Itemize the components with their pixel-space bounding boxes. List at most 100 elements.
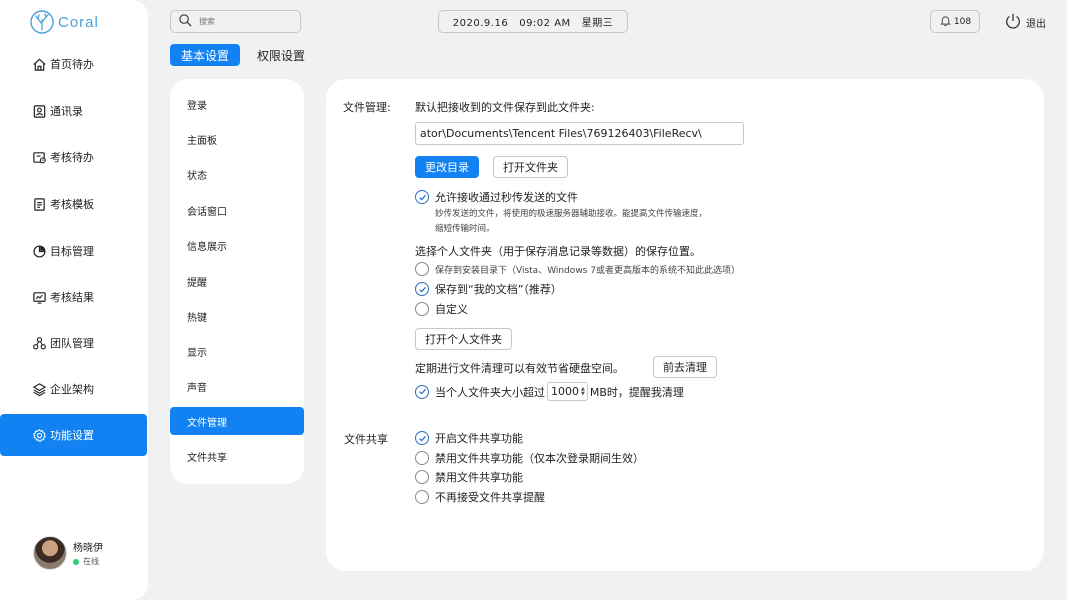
sidebar-item-review-template[interactable]: 考核模板 xyxy=(0,183,148,225)
sharing-option-no-reminder[interactable]: 不再接受文件共享提醒 xyxy=(415,489,545,505)
sidebar-item-label: 团队管理 xyxy=(50,337,94,350)
submenu-item-reminder[interactable]: 提醒 xyxy=(170,267,304,295)
sidebar-item-label: 考核模板 xyxy=(50,198,94,211)
save-option-label: 保存到安装目录下（Vista、Windows 7或者更高版本的系统不知此此选项） xyxy=(435,265,740,276)
radio-circle-icon xyxy=(415,490,429,504)
user-name: 杨晓伊 xyxy=(73,543,103,554)
submenu-item-info-display[interactable]: 信息展示 xyxy=(170,231,304,259)
personal-folder-prompt: 选择个人文件夹（用于保存消息记录等数据）的保存位置。 xyxy=(415,245,701,258)
sidebar-item-label: 通讯录 xyxy=(50,105,83,118)
sharing-option-enable[interactable]: 开启文件共享功能 xyxy=(415,430,523,446)
sharing-option-label: 禁用文件共享功能 xyxy=(435,471,523,484)
save-option-custom[interactable]: 自定义 xyxy=(415,301,468,317)
team-icon xyxy=(32,336,47,351)
sidebar-item-team-management[interactable]: 团队管理 xyxy=(0,322,148,364)
gear-icon xyxy=(32,428,47,443)
submenu-item-file-sharing[interactable]: 文件共享 xyxy=(170,442,304,470)
settings-submenu: 登录 主面板 状态 会话窗口 信息展示 提醒 热键 显示 声音 文件管理 文件共… xyxy=(170,79,304,484)
search-input[interactable] xyxy=(199,17,289,26)
size-reminder-checkbox[interactable]: 当个人文件夹大小超过 1000 ▲ ▼ MB时，提醒我清理 xyxy=(415,382,684,401)
logout-label: 退出 xyxy=(1026,19,1046,30)
coral-logo-icon xyxy=(30,10,54,34)
stepper-arrows-icon[interactable]: ▲ ▼ xyxy=(581,386,585,397)
search-box[interactable] xyxy=(170,10,301,33)
sharing-option-disable-session[interactable]: 禁用文件共享功能（仅本次登录期间生效） xyxy=(415,450,644,466)
submenu-item-login[interactable]: 登录 xyxy=(170,90,304,118)
save-option-install-dir[interactable]: 保存到安装目录下（Vista、Windows 7或者更高版本的系统不知此此选项） xyxy=(415,262,740,276)
online-status-dot xyxy=(73,558,79,565)
cleanup-text: 定期进行文件清理可以有效节省硬盘空间。 xyxy=(415,362,624,375)
submenu-item-status[interactable]: 状态 xyxy=(170,160,304,188)
notification-count: 108 xyxy=(953,16,972,27)
review-todo-icon xyxy=(32,150,47,165)
allow-instant-receive-label: 允许接收通过秒传发送的文件 xyxy=(435,191,578,204)
sidebar-item-label: 考核待办 xyxy=(50,151,94,164)
layers-icon xyxy=(32,382,47,397)
tab-permission-settings[interactable]: 权限设置 xyxy=(246,44,316,66)
contacts-icon xyxy=(32,104,47,119)
logout-button[interactable]: 退出 xyxy=(1004,12,1046,33)
search-icon xyxy=(178,13,193,31)
settings-tabs: 基本设置 权限设置 xyxy=(170,44,316,66)
sidebar-item-label: 考核结果 xyxy=(50,291,94,304)
submenu-item-sound[interactable]: 声音 xyxy=(170,372,304,400)
checked-circle-icon xyxy=(415,384,429,399)
notification-button[interactable]: 108 xyxy=(930,10,980,33)
sidebar: Coral 首页待办 通讯录 考核待办 考核模板 目标管理 考核结果 团队管理 … xyxy=(0,0,148,600)
checked-circle-icon xyxy=(415,282,429,296)
submenu-item-file-management[interactable]: 文件管理 xyxy=(170,407,304,435)
file-management-section-label: 文件管理: xyxy=(343,101,391,114)
submenu-item-chat-window[interactable]: 会话窗口 xyxy=(170,196,304,224)
checked-circle-icon xyxy=(415,431,429,445)
user-status: 在线 xyxy=(73,556,103,567)
file-sharing-section-label: 文件共享 xyxy=(344,433,388,446)
brand[interactable]: Coral xyxy=(30,10,99,34)
checked-circle-icon xyxy=(415,190,429,204)
brand-name: Coral xyxy=(58,13,99,31)
sharing-option-label: 禁用文件共享功能（仅本次登录期间生效） xyxy=(435,452,644,465)
submenu-item-main-panel[interactable]: 主面板 xyxy=(170,125,304,153)
sidebar-item-label: 首页待办 xyxy=(50,58,94,71)
pie-chart-icon xyxy=(32,244,47,259)
sharing-option-disable[interactable]: 禁用文件共享功能 xyxy=(415,469,523,485)
radio-circle-icon xyxy=(415,470,429,484)
radio-circle-icon xyxy=(415,262,429,276)
change-directory-button[interactable]: 更改目录 xyxy=(415,156,479,178)
allow-instant-receive-checkbox[interactable]: 允许接收通过秒传发送的文件 xyxy=(415,189,578,205)
save-option-my-documents[interactable]: 保存到“我的文档”（推荐） xyxy=(415,281,562,297)
sharing-option-label: 不再接受文件共享提醒 xyxy=(435,491,545,504)
tab-basic-settings[interactable]: 基本设置 xyxy=(170,44,241,66)
sidebar-item-org-structure[interactable]: 企业架构 xyxy=(0,368,148,410)
sidebar-item-review-todo[interactable]: 考核待办 xyxy=(0,136,148,178)
allow-instant-receive-desc-line1: 妙传发送的文件，将使用的极速服务器辅助接收。能提高文件传输速度， xyxy=(435,209,708,219)
sidebar-item-goal-management[interactable]: 目标管理 xyxy=(0,230,148,272)
sidebar-item-label: 目标管理 xyxy=(50,245,94,258)
sidebar-item-home-todo[interactable]: 首页待办 xyxy=(0,43,148,85)
size-limit-value: 1000 xyxy=(551,385,579,398)
open-personal-folder-button[interactable]: 打开个人文件夹 xyxy=(415,328,512,350)
size-reminder-suffix: MB时，提醒我清理 xyxy=(589,385,684,399)
sidebar-item-review-result[interactable]: 考核结果 xyxy=(0,276,148,318)
template-icon xyxy=(32,197,47,212)
go-cleanup-button[interactable]: 前去清理 xyxy=(653,356,717,378)
size-reminder-prefix: 当个人文件夹大小超过 xyxy=(435,385,545,399)
submenu-item-hotkeys[interactable]: 热键 xyxy=(170,302,304,330)
default-save-folder-text: 默认把接收到的文件保存到此文件夹: xyxy=(415,101,595,114)
save-path-field[interactable] xyxy=(415,122,744,145)
file-settings-panel: 文件管理: 默认把接收到的文件保存到此文件夹: 更改目录 打开文件夹 允许接收通… xyxy=(326,79,1044,571)
radio-circle-icon xyxy=(415,451,429,465)
radio-circle-icon xyxy=(415,302,429,316)
allow-instant-receive-desc-line2: 缩短传输时间。 xyxy=(435,224,495,234)
user-info: 杨晓伊 在线 xyxy=(73,539,103,567)
size-limit-stepper[interactable]: 1000 ▲ ▼ xyxy=(547,382,588,401)
sidebar-item-function-settings[interactable]: 功能设置 xyxy=(0,414,147,456)
save-option-label: 自定义 xyxy=(435,303,468,316)
user-profile[interactable]: 杨晓伊 在线 xyxy=(33,536,103,570)
open-folder-button[interactable]: 打开文件夹 xyxy=(493,156,568,178)
submenu-item-display[interactable]: 显示 xyxy=(170,337,304,365)
sidebar-item-label: 企业架构 xyxy=(50,383,94,396)
avatar[interactable] xyxy=(33,536,67,570)
datetime-display: 2020.9.16 09:02 AM 星期三 xyxy=(438,10,628,33)
sidebar-item-contacts[interactable]: 通讯录 xyxy=(0,90,148,132)
user-status-label: 在线 xyxy=(83,557,99,566)
